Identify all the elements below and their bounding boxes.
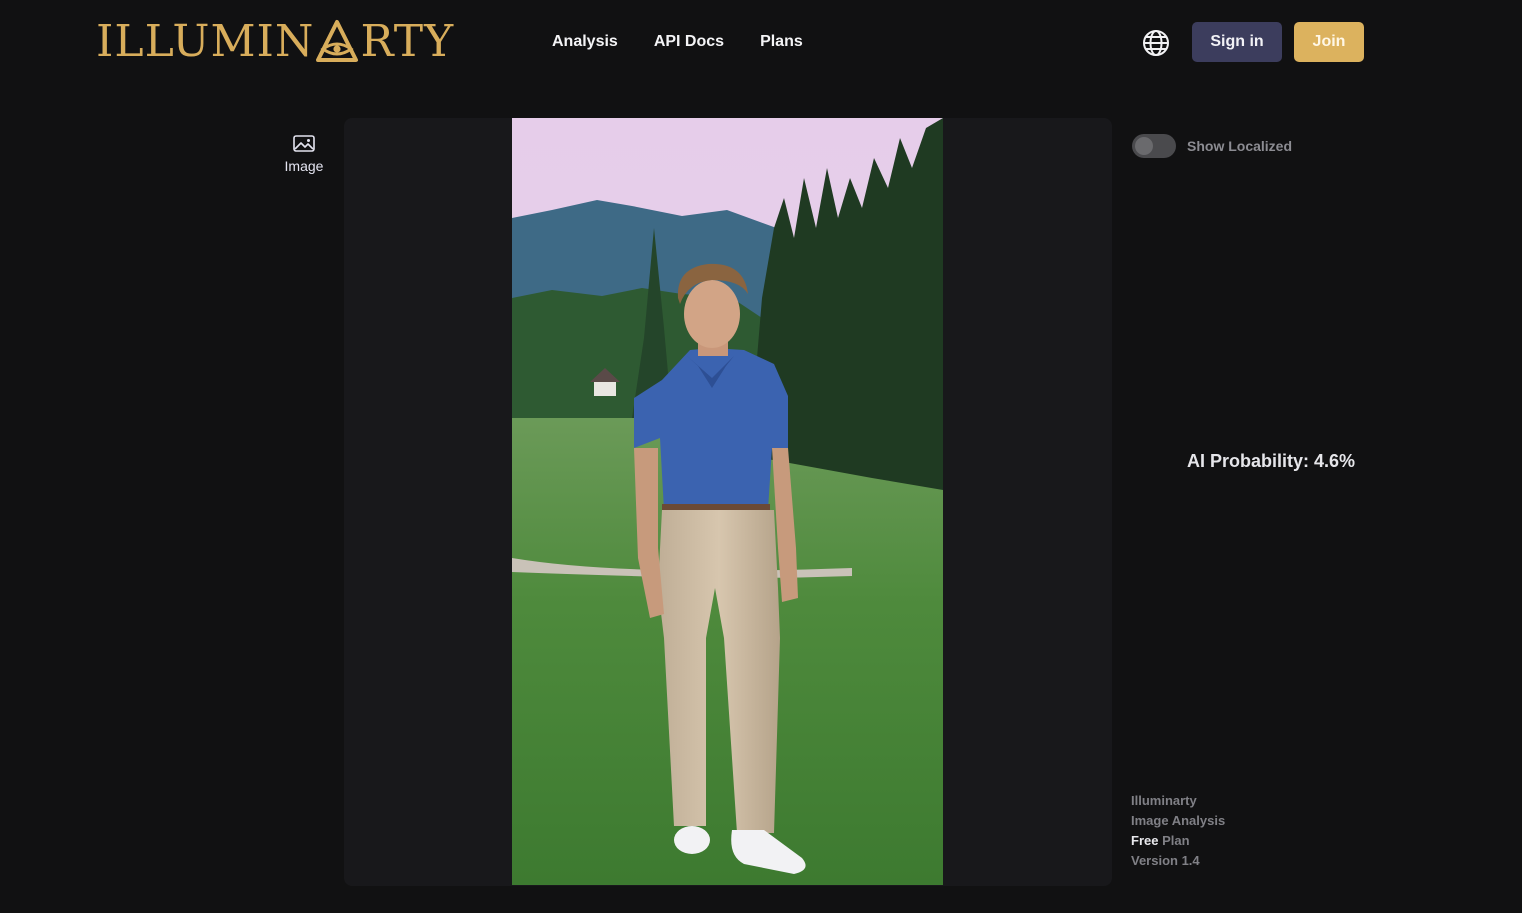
sign-in-button[interactable]: Sign in bbox=[1192, 22, 1282, 62]
tab-image-label: Image bbox=[284, 158, 324, 174]
toggle-knob bbox=[1135, 137, 1153, 155]
globe-icon[interactable] bbox=[1141, 28, 1171, 58]
logo[interactable]: ILLUMIN RTY bbox=[96, 15, 455, 67]
logo-text-left: ILLUMIN bbox=[96, 15, 315, 67]
nav-api-docs[interactable]: API Docs bbox=[654, 33, 724, 51]
footer-plan: Free Plan bbox=[1131, 831, 1225, 851]
join-button[interactable]: Join bbox=[1294, 22, 1364, 62]
main-nav: Analysis API Docs Plans bbox=[552, 33, 803, 51]
show-localized-row: Show Localized bbox=[1132, 134, 1292, 158]
logo-text-right: RTY bbox=[360, 15, 455, 67]
analyzed-photo bbox=[512, 118, 943, 885]
footer-product: Image Analysis bbox=[1131, 813, 1226, 828]
footer-version: Version 1.4 bbox=[1131, 853, 1200, 868]
page: ILLUMIN RTY Analysis API Docs Plans Sign… bbox=[0, 0, 1522, 913]
image-preview-panel bbox=[344, 118, 1112, 886]
logo-eye-icon bbox=[316, 20, 359, 62]
footer-plan-name: Free bbox=[1131, 833, 1159, 848]
footer-plan-suffix: Plan bbox=[1158, 833, 1190, 848]
nav-analysis[interactable]: Analysis bbox=[552, 33, 618, 51]
show-localized-label: Show Localized bbox=[1187, 138, 1293, 154]
footer-brand: Illuminarty bbox=[1131, 793, 1197, 808]
ai-probability: AI Probability: 4.6% bbox=[1187, 451, 1356, 471]
footer-info: Illuminarty Image Analysis Free Plan Ver… bbox=[1131, 791, 1225, 871]
tab-image[interactable]: Image bbox=[279, 134, 329, 176]
image-icon bbox=[293, 135, 315, 152]
show-localized-toggle[interactable] bbox=[1132, 134, 1176, 158]
header: ILLUMIN RTY Analysis API Docs Plans Sign… bbox=[0, 0, 1522, 84]
nav-plans[interactable]: Plans bbox=[760, 33, 803, 51]
